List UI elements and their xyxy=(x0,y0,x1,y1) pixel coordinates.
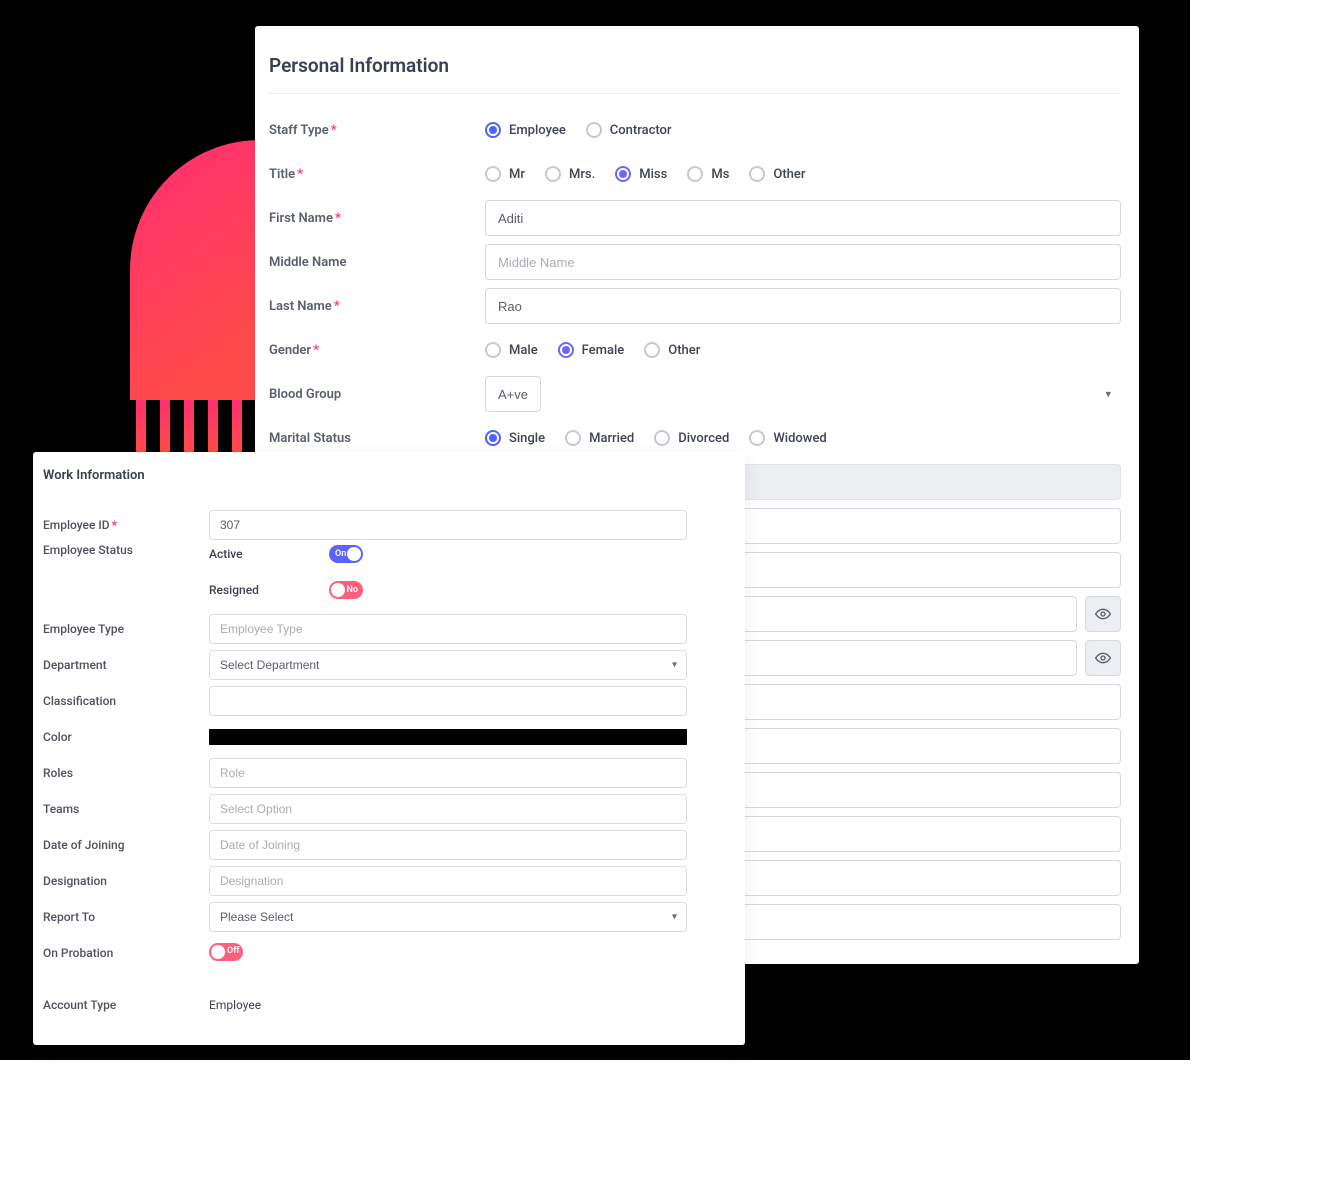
staff-type-employee-radio[interactable]: Employee xyxy=(485,122,566,138)
status-active-toggle[interactable]: On xyxy=(329,545,363,563)
on-probation-toggle[interactable]: Off xyxy=(209,943,243,961)
teams-input[interactable] xyxy=(209,794,687,824)
decorative-blob xyxy=(130,140,260,400)
report-to-row: Report To Please Select xyxy=(43,899,687,935)
designation-input[interactable] xyxy=(209,866,687,896)
title-mr-radio[interactable]: Mr xyxy=(485,166,525,182)
first-name-label: First Name* xyxy=(267,211,485,226)
gender-radio-group: Male Female Other xyxy=(485,342,700,358)
title-label: Title* xyxy=(267,167,485,182)
marital-status-radio-group: Single Married Divorced Widowed xyxy=(485,430,827,446)
roles-label: Roles xyxy=(43,766,209,780)
designation-label: Designation xyxy=(43,874,209,888)
account-type-label: Account Type xyxy=(43,998,209,1012)
employee-type-label: Employee Type xyxy=(43,622,209,636)
status-active-line: Active On xyxy=(209,545,687,563)
marital-divorced-radio[interactable]: Divorced xyxy=(654,430,729,446)
department-row: Department Select Department xyxy=(43,647,687,683)
color-swatch[interactable] xyxy=(209,729,687,745)
status-active-label: Active xyxy=(209,547,269,561)
gender-row: Gender* Male Female Other xyxy=(267,328,1121,372)
staff-type-row: Staff Type* Employee Contractor xyxy=(267,108,1121,152)
classification-label: Classification xyxy=(43,694,209,708)
report-to-select[interactable]: Please Select xyxy=(209,902,687,932)
doj-row: Date of Joining xyxy=(43,827,687,863)
blood-group-select-wrap: A+ve xyxy=(485,376,1121,412)
status-resigned-toggle[interactable]: No xyxy=(329,581,363,599)
first-name-input[interactable] xyxy=(485,200,1121,236)
teams-label: Teams xyxy=(43,802,209,816)
employee-type-row: Employee Type xyxy=(43,611,687,647)
title-ms-radio[interactable]: Ms xyxy=(687,166,729,182)
color-row: Color xyxy=(43,719,687,755)
employee-id-label: Employee ID* xyxy=(43,518,209,532)
report-to-label: Report To xyxy=(43,910,209,924)
roles-input[interactable] xyxy=(209,758,687,788)
employee-id-row: Employee ID* xyxy=(43,507,687,543)
middle-name-label: Middle Name xyxy=(267,255,485,270)
last-name-label: Last Name* xyxy=(267,299,485,314)
designation-row: Designation xyxy=(43,863,687,899)
marital-widowed-radio[interactable]: Widowed xyxy=(749,430,826,446)
department-select[interactable]: Select Department xyxy=(209,650,687,680)
department-label: Department xyxy=(43,658,209,672)
marital-status-label: Marital Status xyxy=(267,431,485,446)
reveal-password-button-2[interactable] xyxy=(1085,640,1121,676)
roles-row: Roles xyxy=(43,755,687,791)
title-mrs-radio[interactable]: Mrs. xyxy=(545,166,595,182)
account-type-value: Employee xyxy=(209,998,687,1012)
classification-input[interactable] xyxy=(209,686,687,716)
gender-male-radio[interactable]: Male xyxy=(485,342,538,358)
title-radio-group: Mr Mrs. Miss Ms Other xyxy=(485,166,805,182)
middle-name-row: Middle Name xyxy=(267,240,1121,284)
last-name-row: Last Name* xyxy=(267,284,1121,328)
staff-type-label: Staff Type* xyxy=(267,123,485,138)
blood-group-row: Blood Group A+ve xyxy=(267,372,1121,416)
employee-type-input[interactable] xyxy=(209,614,687,644)
status-resigned-line: Resigned No xyxy=(209,581,687,599)
employee-id-input[interactable] xyxy=(209,510,687,540)
eye-icon xyxy=(1095,606,1111,622)
on-probation-row: On Probation Off xyxy=(43,935,687,971)
marital-married-radio[interactable]: Married xyxy=(565,430,634,446)
blood-group-select[interactable]: A+ve xyxy=(485,376,541,412)
personal-info-title: Personal Information xyxy=(267,54,1121,94)
first-name-row: First Name* xyxy=(267,196,1121,240)
doj-input[interactable] xyxy=(209,830,687,860)
color-label: Color xyxy=(43,730,209,744)
work-info-panel: Work Information Employee ID* Employee S… xyxy=(33,452,745,1045)
doj-label: Date of Joining xyxy=(43,838,209,852)
on-probation-label: On Probation xyxy=(43,946,209,960)
staff-type-contractor-radio[interactable]: Contractor xyxy=(586,122,672,138)
middle-name-input[interactable] xyxy=(485,244,1121,280)
status-resigned-label: Resigned xyxy=(209,583,269,597)
gender-label: Gender* xyxy=(267,343,485,358)
title-miss-radio[interactable]: Miss xyxy=(615,166,667,182)
account-type-row: Account Type Employee xyxy=(43,987,687,1023)
staff-type-radio-group: Employee Contractor xyxy=(485,122,672,138)
employee-status-row: Employee Status Active On Resigned No xyxy=(43,543,687,611)
marital-single-radio[interactable]: Single xyxy=(485,430,545,446)
employee-status-label: Employee Status xyxy=(43,543,209,557)
blood-group-label: Blood Group xyxy=(267,387,485,402)
teams-row: Teams xyxy=(43,791,687,827)
work-info-title: Work Information xyxy=(43,468,687,493)
title-other-radio[interactable]: Other xyxy=(749,166,805,182)
title-row: Title* Mr Mrs. Miss Ms Other xyxy=(267,152,1121,196)
gender-other-radio[interactable]: Other xyxy=(644,342,700,358)
gender-female-radio[interactable]: Female xyxy=(558,342,625,358)
last-name-input[interactable] xyxy=(485,288,1121,324)
eye-icon xyxy=(1095,650,1111,666)
reveal-password-button-1[interactable] xyxy=(1085,596,1121,632)
classification-row: Classification xyxy=(43,683,687,719)
